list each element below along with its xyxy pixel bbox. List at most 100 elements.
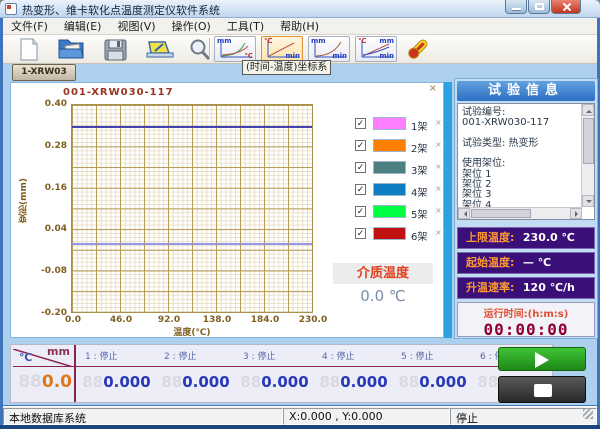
legend-swatch	[373, 139, 406, 152]
runtime-box: 运行时间:(h:m:s) 00:00:00	[457, 302, 595, 337]
ghost-digits: 88	[319, 373, 340, 391]
view-combined-button[interactable]: ℃ mm min	[355, 36, 397, 62]
view-time-deform-button[interactable]: mm min	[308, 36, 350, 62]
close-icon	[561, 2, 572, 12]
status-state: 停止	[450, 408, 597, 425]
axis-label: mm	[379, 38, 394, 45]
scroll-down-button[interactable]	[582, 195, 594, 207]
temperature-display: 880.0	[13, 372, 72, 392]
close-button[interactable]	[551, 0, 581, 14]
start-temp-label: 起始温度:	[466, 256, 514, 269]
scroll-up-button[interactable]	[582, 104, 594, 116]
temperature-value: 0.0	[42, 372, 72, 392]
channel-status: 5 : 停止	[401, 349, 433, 362]
scroll-left-button[interactable]	[458, 208, 470, 219]
ghost-digits: 88	[477, 373, 498, 391]
menu-help[interactable]: 帮助(H)	[272, 17, 327, 35]
axis-label: ℃	[264, 38, 272, 45]
scroll-right-button[interactable]	[570, 208, 582, 219]
y-tick: 0.28	[31, 141, 67, 151]
log-button[interactable]	[143, 37, 177, 62]
axis-label: mm	[217, 38, 232, 45]
test-info-panel: 试验信息 试验编号: 001-XRW030-117 试验类型: 热变形 使用架位…	[454, 78, 598, 339]
thermometer-button[interactable]	[405, 37, 431, 62]
channel-status: 3 : 停止	[243, 349, 275, 362]
heat-rate-value: 120 ℃/h	[523, 281, 575, 294]
menu-operate[interactable]: 操作(O)	[164, 17, 219, 35]
app-icon	[5, 3, 17, 15]
menu-tools[interactable]: 工具(T)	[219, 17, 272, 35]
maximize-button[interactable]	[528, 0, 550, 14]
plot-area	[71, 104, 313, 313]
legend-label: 3架	[411, 162, 427, 177]
chart-close-icon[interactable]: ×	[429, 84, 437, 94]
window-frame-bottom	[0, 425, 600, 429]
y-tick: -0.08	[31, 266, 67, 276]
minimize-button[interactable]	[505, 0, 527, 14]
vertical-scrollbar[interactable]	[581, 104, 594, 207]
stop-button[interactable]	[498, 376, 586, 403]
legend-checkbox[interactable]: ✓	[355, 228, 366, 239]
ghost-digits: 88	[240, 373, 261, 391]
corner-deform-unit: mm	[47, 345, 70, 358]
view-temp-deform-button[interactable]: mm ℃	[214, 36, 256, 62]
channel-display: 880.000	[393, 373, 472, 391]
legend-checkbox[interactable]: ✓	[355, 118, 366, 129]
legend-remove-icon[interactable]: ×	[435, 184, 442, 193]
test-info-text: 试验编号: 001-XRW030-117 试验类型: 热变形 使用架位: 架位 …	[462, 108, 577, 220]
upper-limit-row: 上限温度: 230.0 ℃	[457, 227, 595, 249]
legend-row: ✓ 3架 ×	[355, 161, 441, 175]
panel-divider	[74, 345, 76, 402]
open-file-button[interactable]	[55, 37, 89, 62]
menu-edit[interactable]: 编辑(E)	[56, 17, 110, 35]
channel-status: 1 : 停止	[85, 349, 117, 362]
legend-label: 2架	[411, 140, 427, 155]
legend-remove-icon[interactable]: ×	[435, 228, 442, 237]
scroll-thumb[interactable]	[471, 209, 531, 218]
channel-display: 880.000	[314, 373, 393, 391]
reference-line-upper	[72, 126, 312, 128]
start-button[interactable]	[498, 347, 586, 371]
legend-label: 6架	[411, 228, 427, 243]
save-floppy-icon	[99, 37, 133, 62]
channel-status: 2 : 停止	[164, 349, 196, 362]
new-file-button[interactable]	[11, 37, 45, 62]
ghost-digits: 88	[398, 373, 419, 391]
legend-swatch	[373, 161, 406, 174]
toolbar-separator	[209, 38, 210, 60]
application-window: 热变形、维卡软化点温度测定仪软件系统 文件(F) 编辑(E) 视图(V) 操作(…	[0, 0, 600, 429]
save-button[interactable]	[99, 37, 133, 62]
legend-remove-icon[interactable]: ×	[435, 162, 442, 171]
legend-checkbox[interactable]: ✓	[355, 140, 366, 151]
status-bar: 本地数据库系统 X:0.000 , Y:0.000 停止	[3, 406, 597, 425]
maximize-icon	[535, 3, 544, 10]
channel-1: 1 : 停止 880.000	[77, 345, 156, 402]
horizontal-scrollbar[interactable]	[458, 207, 582, 219]
legend-row: ✓ 5架 ×	[355, 205, 441, 219]
chart-tab[interactable]: 1-XRW03	[12, 64, 76, 81]
scroll-thumb[interactable]	[583, 118, 594, 164]
view-time-temp-button[interactable]: ℃ min	[261, 36, 303, 62]
channel-3: 3 : 停止 880.000	[235, 345, 314, 402]
resize-grip[interactable]	[583, 409, 593, 419]
menu-view[interactable]: 视图(V)	[109, 17, 163, 35]
channel-status: 4 : 停止	[322, 349, 354, 362]
channel-display: 880.000	[156, 373, 235, 391]
legend-remove-icon[interactable]: ×	[435, 140, 442, 149]
legend-checkbox[interactable]: ✓	[355, 206, 366, 217]
legend-checkbox[interactable]: ✓	[355, 162, 366, 173]
notebook-pen-icon	[143, 37, 177, 62]
legend-remove-icon[interactable]: ×	[435, 118, 442, 127]
status-coordinates: X:0.000 , Y:0.000	[283, 408, 450, 425]
panel-splitter[interactable]	[444, 82, 452, 338]
ghost-digits: 88	[18, 372, 42, 392]
menu-file[interactable]: 文件(F)	[3, 17, 56, 35]
channel-2: 2 : 停止 880.000	[156, 345, 235, 402]
channel-5: 5 : 停止 880.000	[393, 345, 472, 402]
legend-row: ✓ 1架 ×	[355, 117, 441, 131]
axis-label: min	[379, 53, 394, 60]
start-temp-value: — ℃	[523, 256, 551, 269]
legend-remove-icon[interactable]: ×	[435, 206, 442, 215]
legend-checkbox[interactable]: ✓	[355, 184, 366, 195]
new-document-icon	[11, 37, 45, 62]
